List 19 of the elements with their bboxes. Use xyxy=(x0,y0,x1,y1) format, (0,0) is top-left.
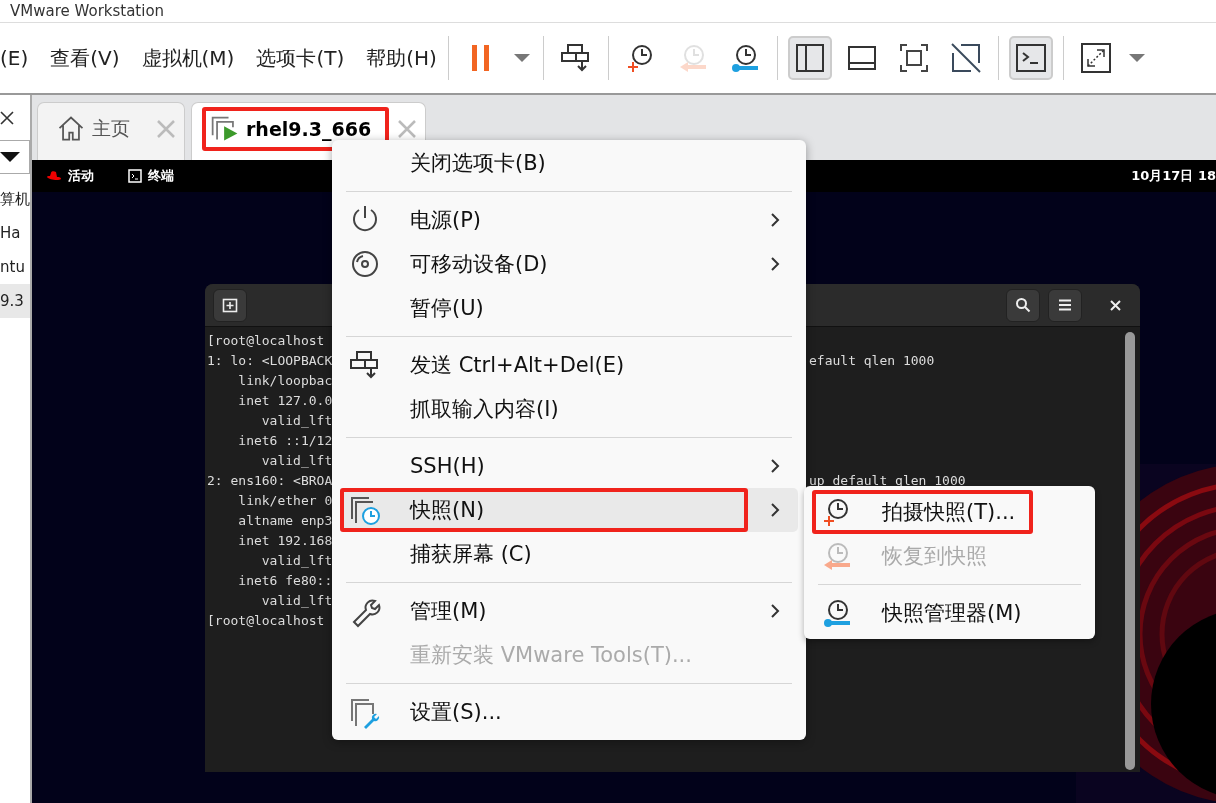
terminal-line: inet 127.0.0 xyxy=(237,392,331,408)
terminal-line: inet 192.168 xyxy=(237,532,331,548)
annotation-frame: 拍摄快照(T)... xyxy=(812,490,1034,534)
terminal-line: [root@localhost xyxy=(207,332,326,348)
terminal-line: inet6 fe80:: xyxy=(237,572,331,588)
terminal-line: valid_lft xyxy=(260,452,331,468)
terminal-line: 1: lo: <LOOPBACK xyxy=(207,352,331,368)
terminal-line: valid_lft xyxy=(260,412,331,428)
terminal-line: valid_lft xyxy=(260,592,331,608)
terminal-line: up default qlen 1000 xyxy=(809,472,967,488)
terminal-line: inet6 ::1/12 xyxy=(237,432,331,448)
terminal-line: efault qlen 1000 xyxy=(809,352,936,368)
terminal-line: altname enp3 xyxy=(237,512,331,528)
terminal-line: valid_lft xyxy=(260,552,331,568)
window-title: VMware Workstation xyxy=(10,2,165,20)
terminal-line: link/ether 0 xyxy=(237,492,331,508)
terminal-line: 2: ens160: <BROA xyxy=(207,472,331,488)
terminal-line: [root@localhost xyxy=(207,612,326,628)
terminal-line: link/loopbac xyxy=(237,372,331,388)
